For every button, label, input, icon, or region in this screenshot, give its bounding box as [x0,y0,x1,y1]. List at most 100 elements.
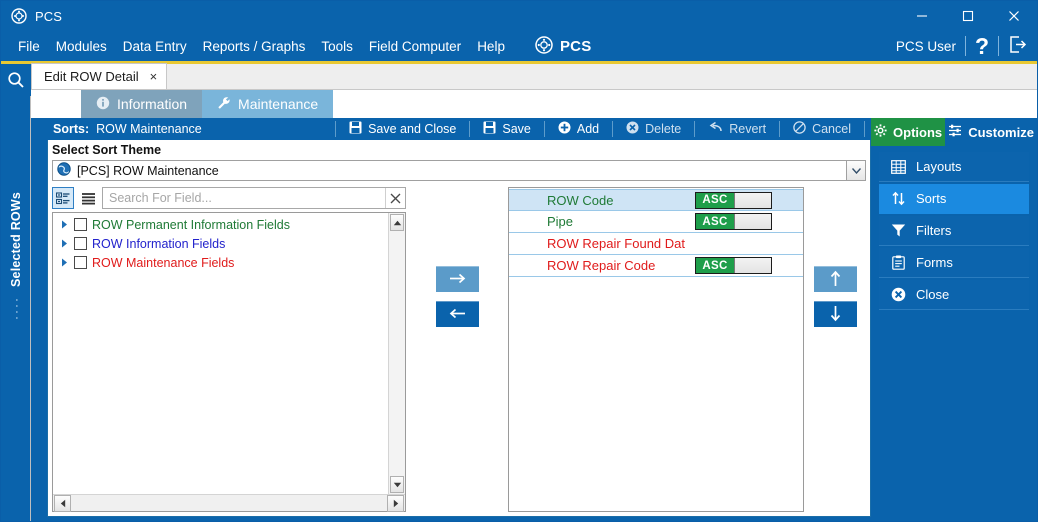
menu-item-data-entry[interactable]: Data Entry [115,36,195,57]
sort-direction-toggle[interactable]: ASC [695,213,772,230]
options-menu: Layouts Sorts Filters Forms Close [871,146,1037,310]
expand-triangle-icon[interactable] [60,220,69,229]
menu-item-file[interactable]: File [10,36,48,57]
sidebar-item-filters[interactable]: Filters [879,216,1029,246]
menu-bar: File Modules Data Entry Reports / Graphs… [1,31,1037,61]
pcs-brand-logo-icon [535,35,553,57]
cancel-label: Cancel [812,122,851,136]
sidebar-item-label: Layouts [916,159,962,174]
table-row[interactable]: ROW Repair Found Dat [509,233,803,255]
tree-item-row-permanent-information-fields[interactable]: ROW Permanent Information Fields [53,215,388,234]
selected-rows-strip[interactable]: Selected ROWs ···· [1,96,31,521]
tab-information[interactable]: Information [81,90,203,118]
expand-triangle-icon[interactable] [60,258,69,267]
menu-item-help[interactable]: Help [469,36,513,57]
expand-triangle-icon[interactable] [60,239,69,248]
tab-customize[interactable]: Customize [945,118,1037,146]
menu-item-tools[interactable]: Tools [313,36,361,57]
move-up-button[interactable] [813,266,857,292]
arrow-left-icon [449,307,466,323]
revert-button[interactable]: Revert [701,121,773,137]
scroll-up-icon[interactable] [390,214,404,231]
tab-options-label: Options [893,124,943,140]
divider [543,121,545,137]
cancel-button[interactable]: Cancel [786,121,858,137]
pcs-application-window: PCS File Modules Data Entry Reports / Gr… [0,0,1038,522]
list-view-icon[interactable] [77,187,99,209]
logout-icon[interactable] [1008,35,1027,57]
tree-item-row-maintenance-fields[interactable]: ROW Maintenance Fields [53,253,388,272]
sort-field-label: ROW Code [547,192,614,208]
sidebar-item-sorts[interactable]: Sorts [879,184,1029,214]
table-row[interactable]: ROW Repair Code ASC [509,255,803,277]
sort-direction-toggle[interactable]: ASC [695,191,772,209]
search-field-container[interactable] [102,187,406,209]
search-icon[interactable] [1,64,31,96]
remove-field-button[interactable] [435,301,479,327]
table-row[interactable]: Pipe ASC [509,211,803,233]
tree-horizontal-scrollbar[interactable] [53,494,405,512]
sort-theme-select[interactable]: [PCS] ROW Maintenance [52,160,866,181]
move-down-button[interactable] [813,301,857,327]
sort-direction-off-half[interactable] [734,192,771,208]
save-and-close-label: Save and Close [368,122,457,136]
add-field-button[interactable] [435,266,479,292]
scroll-down-icon[interactable] [390,476,404,493]
tree-item-label: ROW Information Fields [92,236,226,251]
brand-label: PCS [559,37,592,55]
plus-circle-icon [558,121,571,137]
sort-direction-off-half[interactable] [734,214,771,229]
save-icon [349,121,362,137]
tab-options[interactable]: Options [871,118,946,146]
table-row[interactable]: ROW Code ASC [509,189,803,211]
sidebar-item-layouts[interactable]: Layouts [879,152,1029,182]
options-rail-tabs: Options Customize [871,118,1037,146]
tab-maintenance-label: Maintenance [238,96,319,112]
info-icon [96,96,110,113]
save-button[interactable]: Save [476,121,538,137]
field-tree: ROW Permanent Information Fields ROW Inf… [52,212,406,512]
tree-item-checkbox[interactable] [74,218,87,231]
menu-item-reports-graphs[interactable]: Reports / Graphs [195,36,314,57]
selected-rows-label: Selected ROWs [9,192,23,287]
tab-close-icon[interactable]: × [150,70,158,83]
tree-item-checkbox[interactable] [74,237,87,250]
pcs-logo-icon [11,8,27,24]
wrench-icon [217,96,231,113]
tree-item-label: ROW Maintenance Fields [92,255,235,270]
maximize-button[interactable] [945,1,991,31]
tree-item-row-information-fields[interactable]: ROW Information Fields [53,234,388,253]
tab-maintenance[interactable]: Maintenance [202,90,334,118]
clear-x-icon[interactable] [385,188,405,208]
tree-vertical-scrollbar[interactable] [388,213,405,494]
sort-direction-value: ASC [696,258,734,273]
sorts-work-surface: Select Sort Theme [PCS] ROW Maintenance … [47,140,871,517]
brand-badge: PCS [535,35,592,57]
detail-view-icon[interactable] [52,187,74,209]
arrow-up-icon [829,270,842,290]
delete-button[interactable]: Delete [619,121,688,137]
sorts-editor: Sorts: ROW Maintenance Save and Close Sa… [47,118,871,517]
sidebar-item-forms[interactable]: Forms [879,248,1029,278]
divider [964,36,966,56]
save-and-close-button[interactable]: Save and Close [342,121,463,137]
tab-edit-row-detail[interactable]: Edit ROW Detail × [31,63,168,89]
sort-direction-toggle[interactable]: ASC [695,257,772,274]
scroll-right-icon[interactable] [387,494,404,512]
help-icon[interactable]: ? [975,34,989,58]
funnel-icon [890,223,907,238]
menu-item-modules[interactable]: Modules [48,36,115,57]
chevron-down-icon[interactable] [846,161,865,180]
sidebar-item-close[interactable]: Close [879,280,1029,310]
scroll-left-icon[interactable] [54,494,71,512]
close-circle-icon [890,287,907,302]
search-input[interactable] [103,191,385,205]
tree-item-checkbox[interactable] [74,256,87,269]
add-button[interactable]: Add [551,121,606,137]
close-button[interactable] [991,1,1037,31]
window-controls [899,1,1037,31]
current-user-label: PCS User [895,38,956,54]
menu-item-field-computer[interactable]: Field Computer [361,36,469,57]
minimize-button[interactable] [899,1,945,31]
sort-direction-off-half[interactable] [734,258,771,273]
